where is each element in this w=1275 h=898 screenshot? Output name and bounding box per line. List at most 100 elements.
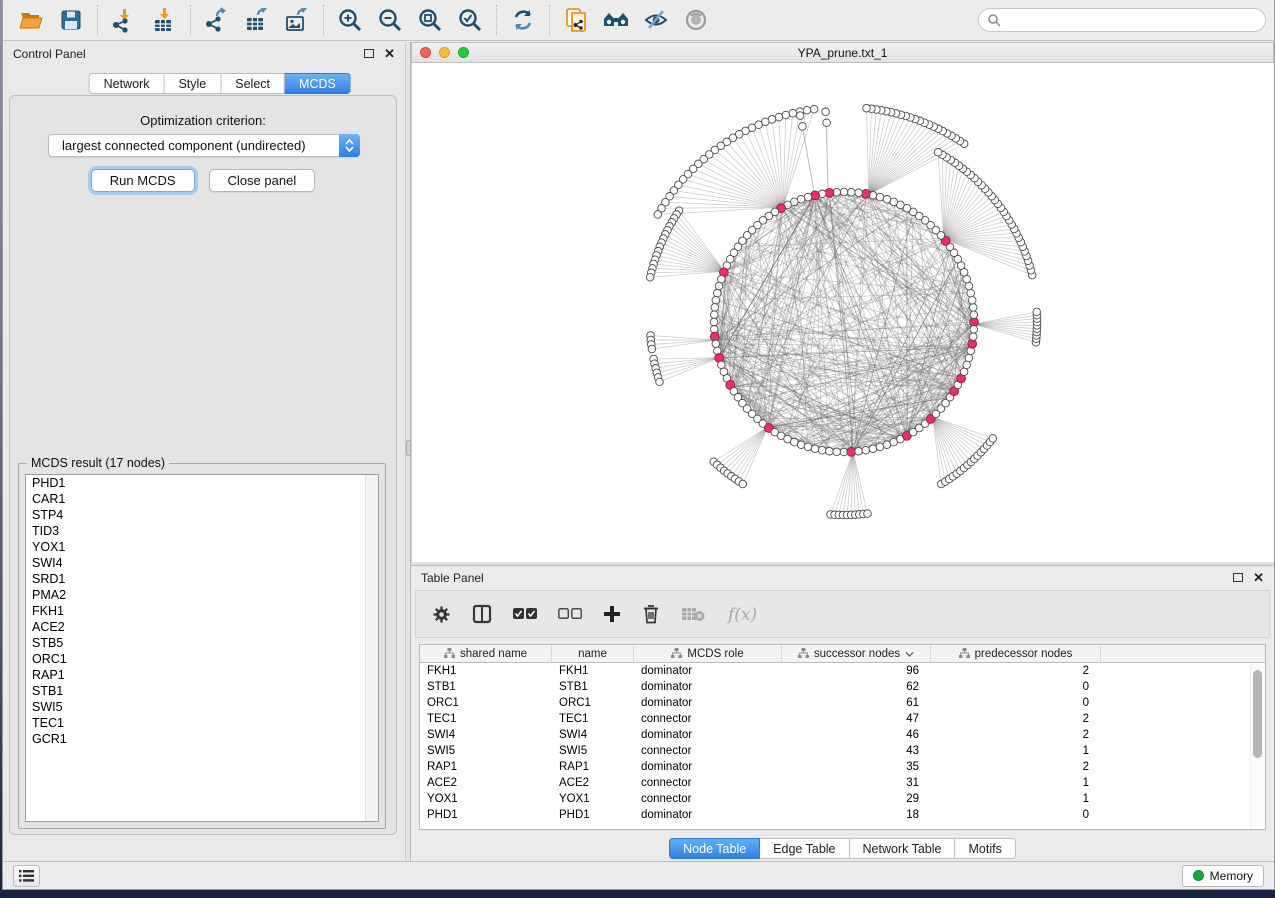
graph-node[interactable]: [855, 447, 863, 455]
clone-network-icon[interactable]: [556, 3, 596, 37]
zoom-fit-icon[interactable]: [410, 3, 450, 37]
table-row[interactable]: TEC1TEC1connector472: [420, 711, 1265, 727]
graph-node[interactable]: [797, 441, 805, 449]
tab-network-table[interactable]: Network Table: [850, 838, 956, 859]
graph-node[interactable]: [969, 333, 977, 341]
list-item[interactable]: GCR1: [26, 731, 378, 747]
select-all-icon[interactable]: [513, 607, 537, 621]
graph-node[interactable]: [969, 304, 977, 312]
list-item[interactable]: TEC1: [26, 715, 378, 731]
graph-node[interactable]: [963, 361, 971, 369]
graph-node[interactable]: [970, 326, 978, 334]
graph-leaf-node[interactable]: [654, 211, 662, 219]
table-row[interactable]: SWI5SWI5connector431: [420, 743, 1265, 759]
graph-node[interactable]: [712, 296, 720, 304]
graph-node[interactable]: [876, 193, 884, 201]
list-item[interactable]: STP4: [26, 507, 378, 523]
list-item[interactable]: TID3: [26, 523, 378, 539]
open-icon[interactable]: [11, 3, 51, 37]
table-settings-icon[interactable]: [432, 605, 451, 624]
graph-node[interactable]: [840, 188, 848, 196]
graph-node[interactable]: [826, 447, 834, 455]
graph-leaf-node[interactable]: [863, 104, 871, 112]
hide-selected-icon[interactable]: [636, 3, 676, 37]
list-item[interactable]: SWI5: [26, 699, 378, 715]
add-icon[interactable]: [603, 605, 621, 623]
graph-node[interactable]: [855, 189, 863, 197]
graph-leaf-node[interactable]: [646, 273, 654, 281]
column-header-mcds_role[interactable]: MCDS role: [634, 645, 782, 662]
export-table-icon[interactable]: [237, 3, 277, 37]
tab-style[interactable]: Style: [164, 73, 221, 94]
panel-selector-button[interactable]: [13, 865, 40, 887]
graph-leaf-node[interactable]: [803, 106, 811, 114]
graph-leaf-node[interactable]: [934, 149, 942, 157]
tab-motifs[interactable]: Motifs: [955, 838, 1015, 859]
list-item[interactable]: SWI4: [26, 555, 378, 571]
search-box[interactable]: [978, 8, 1266, 32]
graph-node[interactable]: [710, 311, 718, 319]
list-item[interactable]: STB5: [26, 635, 378, 651]
table-row[interactable]: ACE2ACE2connector311: [420, 775, 1265, 791]
close-panel-icon[interactable]: ✕: [384, 47, 395, 60]
import-network-icon[interactable]: [104, 3, 144, 37]
graph-leaf-node[interactable]: [810, 105, 818, 113]
graph-node[interactable]: [862, 446, 870, 454]
graph-leaf-node[interactable]: [799, 123, 807, 131]
table-row[interactable]: YOX1YOX1connector291: [420, 791, 1265, 807]
tab-edge-table[interactable]: Edge Table: [760, 838, 849, 859]
graph-node[interactable]: [804, 443, 812, 451]
column-header-shared_name[interactable]: shared name: [420, 645, 552, 662]
table-scrollbar[interactable]: [1250, 664, 1264, 828]
graph-node[interactable]: [710, 318, 718, 326]
graph-node[interactable]: [869, 445, 877, 453]
result-scrollbar[interactable]: [365, 475, 378, 821]
graph-node[interactable]: [876, 443, 884, 451]
table-row[interactable]: PHD1PHD1dominator180: [420, 807, 1265, 823]
table-row[interactable]: STB1STB1dominator620: [420, 679, 1265, 695]
float-panel-icon[interactable]: [364, 49, 374, 58]
list-item[interactable]: ORC1: [26, 651, 378, 667]
tab-network[interactable]: Network: [89, 73, 165, 94]
graph-leaf-node[interactable]: [789, 109, 797, 117]
graph-node[interactable]: [965, 282, 973, 290]
list-item[interactable]: CAR1: [26, 491, 378, 507]
graph-node[interactable]: [714, 289, 722, 297]
graph-node[interactable]: [711, 304, 719, 312]
zoom-in-icon[interactable]: [330, 3, 370, 37]
list-item[interactable]: PMA2: [26, 587, 378, 603]
graph-node[interactable]: [967, 289, 975, 297]
tab-node-table[interactable]: Node Table: [669, 838, 760, 859]
list-item[interactable]: PHD1: [26, 475, 378, 491]
table-row[interactable]: ORC1ORC1dominator610: [420, 695, 1265, 711]
graph-node[interactable]: [848, 188, 856, 196]
table-row[interactable]: SWI4SWI4dominator462: [420, 727, 1265, 743]
graph-node[interactable]: [968, 296, 976, 304]
graph-node[interactable]: [712, 340, 720, 348]
graph-node[interactable]: [818, 446, 826, 454]
list-item[interactable]: ACE2: [26, 619, 378, 635]
mcds-result-list[interactable]: PHD1CAR1STP4TID3YOX1SWI4SRD1PMA2FKH1ACE2…: [25, 474, 379, 822]
graph-node[interactable]: [965, 354, 973, 362]
list-item[interactable]: YOX1: [26, 539, 378, 555]
tab-select[interactable]: Select: [221, 73, 285, 94]
show-all-icon[interactable]: [676, 3, 716, 37]
table-row[interactable]: RAP1RAP1dominator352: [420, 759, 1265, 775]
graph-leaf-node[interactable]: [796, 112, 804, 120]
export-network-icon[interactable]: [197, 3, 237, 37]
float-table-panel-icon[interactable]: [1233, 573, 1243, 582]
table-row[interactable]: FKH1FKH1dominator962: [420, 663, 1265, 679]
graph-node[interactable]: [804, 193, 812, 201]
delete-icon[interactable]: [642, 604, 660, 624]
list-item[interactable]: FKH1: [26, 603, 378, 619]
graph-node[interactable]: [715, 282, 723, 290]
save-icon[interactable]: [51, 3, 91, 37]
zoom-out-icon[interactable]: [370, 3, 410, 37]
column-header-name[interactable]: name: [552, 645, 634, 662]
graph-leaf-node[interactable]: [864, 510, 872, 518]
optimization-criterion-select[interactable]: largest connected component (undirected): [48, 134, 360, 157]
tab-mcds[interactable]: MCDS: [285, 73, 351, 94]
list-item[interactable]: SRD1: [26, 571, 378, 587]
graph-leaf-node[interactable]: [782, 111, 790, 119]
graph-node[interactable]: [970, 311, 978, 319]
